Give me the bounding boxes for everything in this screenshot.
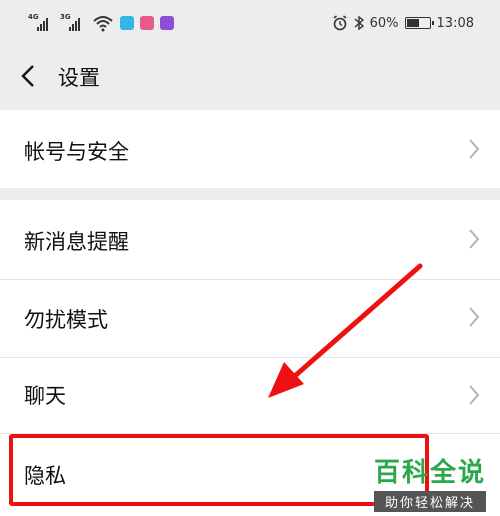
status-right: 60% 13:08	[332, 12, 474, 34]
watermark-title: 百科全说	[373, 458, 486, 488]
bluetooth-icon	[354, 15, 364, 31]
chevron-right-icon	[469, 385, 480, 405]
app-notification-icon-2	[140, 16, 154, 30]
settings-item-label: 帐号与安全	[24, 140, 129, 164]
cell-signal-icon: 4G	[28, 13, 54, 33]
settings-item-new-message-notification[interactable]: 新消息提醒	[0, 200, 500, 280]
app-notification-icon-3	[160, 16, 174, 30]
nav-bar: 设置	[0, 44, 500, 108]
wifi-icon	[93, 16, 113, 32]
chevron-left-icon[interactable]	[18, 64, 38, 88]
settings-item-do-not-disturb[interactable]: 勿扰模式	[0, 280, 500, 358]
settings-item-label: 勿扰模式	[24, 308, 108, 332]
page-title: 设置	[58, 66, 100, 90]
chevron-right-icon	[469, 139, 480, 159]
cell-signal-icon-2: 3G	[60, 13, 86, 33]
battery-percent: 60%	[369, 15, 399, 31]
chevron-right-icon	[469, 307, 480, 327]
settings-item-label: 新消息提醒	[24, 230, 129, 254]
clock: 13:08	[436, 15, 474, 31]
alarm-icon	[333, 15, 347, 31]
watermark-logo: 百科全说 助你轻松解决	[373, 452, 486, 512]
battery-icon	[404, 17, 434, 29]
settings-item-chat[interactable]: 聊天	[0, 358, 500, 434]
settings-item-account-security[interactable]: 帐号与安全	[0, 110, 500, 188]
watermark-subtitle: 助你轻松解决	[373, 491, 486, 512]
app-notification-icon-1	[120, 16, 134, 30]
settings-item-label: 聊天	[24, 384, 66, 408]
settings-item-label: 隐私	[24, 464, 66, 488]
status-bar: 4G 3G 60% 13:08	[0, 0, 500, 44]
chevron-right-icon	[469, 229, 480, 249]
status-left: 4G 3G	[28, 12, 174, 34]
